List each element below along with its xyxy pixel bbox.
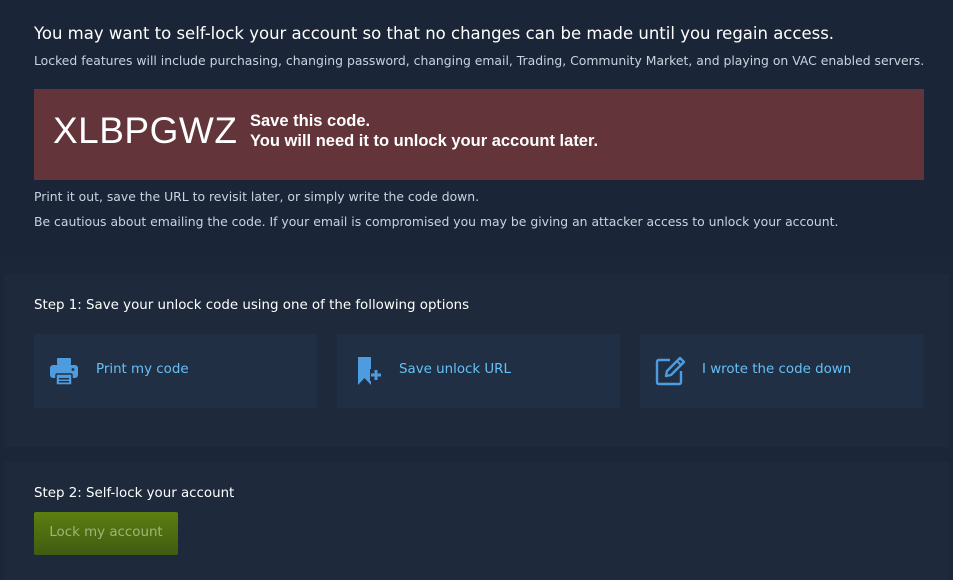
intro-headline: You may want to self-lock your account s… bbox=[34, 24, 835, 43]
print-code-label: Print my code bbox=[96, 362, 189, 377]
step2-panel: Step 2: Self-lock your account Lock my a… bbox=[4, 462, 949, 580]
unlock-code-box: XLBPGWZ Save this code. You will need it… bbox=[34, 89, 924, 180]
code-message-line2: You will need it to unlock your account … bbox=[250, 132, 599, 150]
step1-panel: Step 1: Save your unlock code using one … bbox=[4, 274, 949, 447]
save-unlock-url-label: Save unlock URL bbox=[399, 362, 511, 377]
bookmark-plus-icon bbox=[358, 357, 382, 385]
intro-section: You may want to self-lock your account s… bbox=[0, 0, 953, 258]
save-unlock-url-button[interactable]: Save unlock URL bbox=[337, 334, 620, 408]
intro-subline: Locked features will include purchasing,… bbox=[34, 53, 925, 68]
wrote-code-down-button[interactable]: I wrote the code down bbox=[640, 334, 923, 408]
email-warning-note: Be cautious about emailing the code. If … bbox=[34, 214, 839, 229]
pencil-square-icon bbox=[655, 356, 686, 386]
wrote-code-down-label: I wrote the code down bbox=[702, 362, 852, 377]
step2-title: Step 2: Self-lock your account bbox=[34, 486, 235, 501]
printer-icon bbox=[50, 358, 78, 386]
save-instructions-note: Print it out, save the URL to revisit la… bbox=[34, 189, 480, 204]
lock-account-label: Lock my account bbox=[49, 525, 163, 540]
lock-account-button[interactable]: Lock my account bbox=[34, 512, 178, 555]
code-message-line1: Save this code. bbox=[250, 112, 371, 130]
step1-title: Step 1: Save your unlock code using one … bbox=[34, 298, 470, 313]
print-code-button[interactable]: Print my code bbox=[34, 334, 317, 408]
unlock-code: XLBPGWZ bbox=[53, 110, 238, 151]
code-message: Save this code. You will need it to unlo… bbox=[250, 111, 598, 151]
